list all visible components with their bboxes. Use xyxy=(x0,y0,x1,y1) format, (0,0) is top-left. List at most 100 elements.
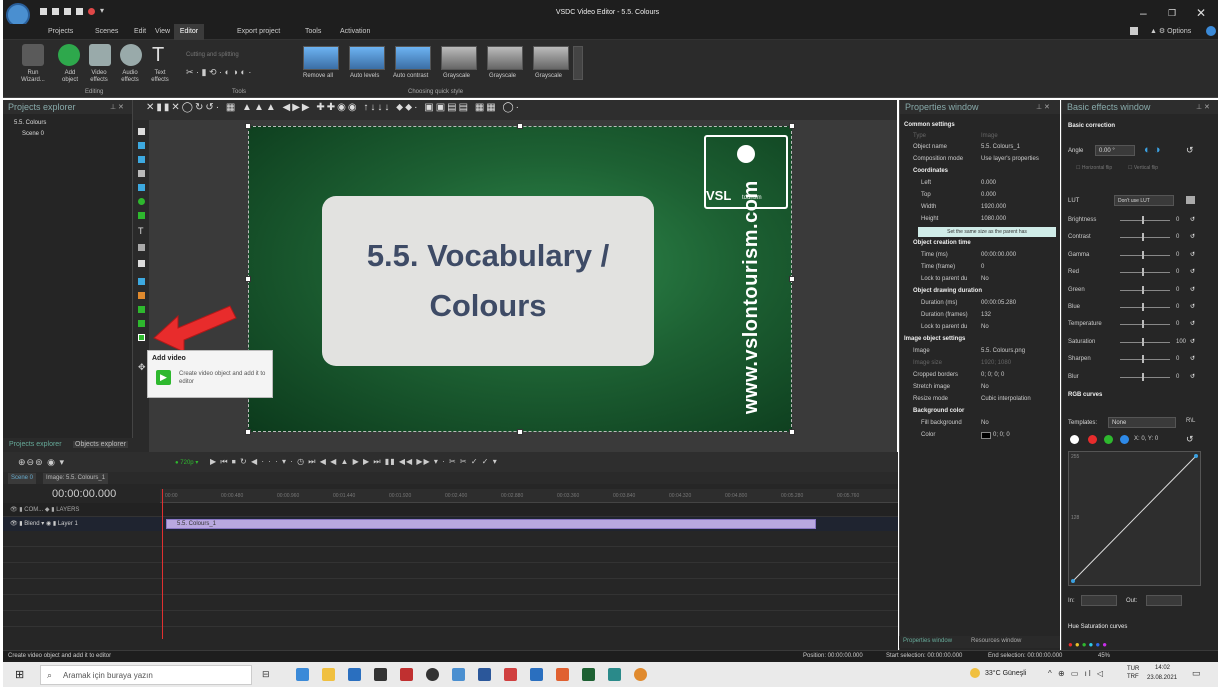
resize-handle-bl[interactable] xyxy=(245,429,251,435)
resize-handle-r[interactable] xyxy=(789,276,795,282)
color-swatch[interactable] xyxy=(981,432,991,439)
weather-text[interactable]: 33°C Güneşli xyxy=(985,670,1026,677)
rectangle-tool-icon[interactable] xyxy=(138,184,145,191)
slider-row-red[interactable]: Red 0 ↺ xyxy=(1068,266,1208,278)
shape-tool-icon[interactable] xyxy=(138,156,145,163)
reset-icon[interactable]: ↺ xyxy=(1190,266,1195,278)
timeline-clip[interactable]: 5.5. Colours_1 xyxy=(166,519,816,529)
slider-track[interactable] xyxy=(1120,376,1170,378)
chart-tool-icon[interactable] xyxy=(138,278,145,285)
prop-time-ms[interactable]: Time (ms) 00:00:00.000 xyxy=(899,251,1060,260)
app-icon-2[interactable] xyxy=(504,668,517,681)
reset-icon[interactable]: ↺ xyxy=(1190,284,1195,296)
prop-top[interactable]: Top 0.000 xyxy=(899,191,1060,200)
audio-effects-icon[interactable] xyxy=(120,44,142,66)
slider-row-saturation[interactable]: Saturation 100 ↺ xyxy=(1068,336,1208,348)
slider-track[interactable] xyxy=(1120,359,1170,361)
move-tool-icon[interactable]: ✥ xyxy=(138,362,146,373)
help-icon[interactable] xyxy=(1206,26,1216,36)
subtitle-tool-icon[interactable] xyxy=(138,244,145,251)
edge-browser-icon[interactable] xyxy=(296,668,309,681)
lut-folder-icon[interactable] xyxy=(1186,196,1195,204)
reset-icon[interactable]: ↺ xyxy=(1190,301,1195,313)
prop-width[interactable]: Width 1920.000 xyxy=(899,203,1060,212)
prop-time-frame[interactable]: Time (frame) 0 xyxy=(899,263,1060,272)
effects-pin-close-icon[interactable]: ⊥ ✕ xyxy=(1196,103,1210,111)
add-object-label[interactable]: Add object xyxy=(55,70,85,84)
prop-composition[interactable]: Composition mode Use layer's properties xyxy=(899,155,1060,164)
resize-handle-t[interactable] xyxy=(517,123,523,129)
prop-lock1[interactable]: Lock to parent du No xyxy=(899,275,1060,284)
windows-start-icon[interactable]: ⊞ xyxy=(15,668,24,681)
prop-duration-frames[interactable]: Duration (frames) 132 xyxy=(899,311,1060,320)
add-video-tool-icon[interactable] xyxy=(138,334,145,341)
templates-select[interactable]: None xyxy=(1108,417,1176,428)
audio-effects-label[interactable]: Audio effects xyxy=(115,70,145,84)
restore-icon[interactable]: ❐ xyxy=(1168,8,1176,19)
prop-object-name[interactable]: Object name 5.5. Colours_1 xyxy=(899,143,1060,152)
word-icon[interactable] xyxy=(478,668,491,681)
prop-left[interactable]: Left 0.000 xyxy=(899,179,1060,188)
notification-icon[interactable]: ▭ xyxy=(1192,668,1201,679)
quick-style-auto-contrast[interactable] xyxy=(395,46,431,70)
video-effects-icon[interactable] xyxy=(89,44,111,66)
quick-style-grayscale-2[interactable] xyxy=(487,46,523,70)
slider-knob[interactable] xyxy=(1142,320,1144,329)
sprite-tool-icon[interactable] xyxy=(138,292,145,299)
run-wizard-icon[interactable] xyxy=(22,44,44,66)
slider-knob[interactable] xyxy=(1142,250,1144,259)
angle-input[interactable]: 0.00 ° xyxy=(1095,145,1135,156)
slider-row-temperature[interactable]: Temperature 0 ↺ xyxy=(1068,318,1208,330)
curve-out-input[interactable] xyxy=(1146,595,1182,606)
run-wizard-label[interactable]: Run Wizard... xyxy=(15,70,51,84)
minimize-icon[interactable]: – xyxy=(1140,6,1147,20)
file-explorer-icon[interactable] xyxy=(322,668,335,681)
tree-item-scene[interactable]: Scene 0 xyxy=(22,131,44,137)
prop-fill-bg[interactable]: Fill background No xyxy=(899,419,1060,428)
prop-lock2[interactable]: Lock to parent du No xyxy=(899,323,1060,332)
prop-image[interactable]: Image 5.5. Colours.png xyxy=(899,347,1060,356)
close-icon[interactable]: ✕ xyxy=(1196,6,1206,20)
tab-image-object[interactable]: Image: 5.5. Colours_1 xyxy=(43,473,109,484)
resize-handle-br[interactable] xyxy=(789,429,795,435)
line-tool-icon[interactable] xyxy=(138,142,145,149)
reset-angle-icon[interactable]: ↺ xyxy=(1186,145,1194,156)
audio-tool-icon[interactable] xyxy=(138,320,145,327)
text-effects-label[interactable]: Text effects xyxy=(145,70,175,84)
slider-track[interactable] xyxy=(1120,254,1170,256)
track-composition[interactable] xyxy=(3,503,898,517)
text-effects-icon[interactable]: T xyxy=(152,44,164,67)
slider-knob[interactable] xyxy=(1142,233,1144,242)
slider-track[interactable] xyxy=(1120,272,1170,274)
resize-handle-b[interactable] xyxy=(517,429,523,435)
playhead-cursor[interactable] xyxy=(162,489,163,639)
slider-track[interactable] xyxy=(1120,220,1170,221)
tab-projects-explorer[interactable]: Projects explorer xyxy=(9,441,62,448)
store-icon[interactable] xyxy=(374,668,387,681)
add-object-icon[interactable] xyxy=(58,44,80,66)
vsdc-taskbar-icon[interactable] xyxy=(582,668,595,681)
xbox-icon[interactable] xyxy=(426,668,439,681)
prop-cropped[interactable]: Cropped borders 0; 0; 0; 0 xyxy=(899,371,1060,380)
transport-icons[interactable]: ▶ ⏮ ⏹ ↻ ◀ · · · ▾ · ◷ ⏭ ◀ ◀ ▲ ▶ ▶ ⏭ ▮▮ ◀… xyxy=(210,457,498,467)
slider-knob[interactable] xyxy=(1142,268,1144,277)
horizontal-flip-checkbox[interactable]: ☐ Horizontal flip xyxy=(1076,165,1112,171)
ellipse-tool-icon[interactable] xyxy=(138,198,145,205)
hue-color-dots[interactable]: ●●●●●● xyxy=(1068,640,1109,649)
image-tool-icon[interactable] xyxy=(138,306,145,313)
counter-tool-icon[interactable] xyxy=(138,260,145,267)
prop-duration-ms[interactable]: Duration (ms) 00:00:05.280 xyxy=(899,299,1060,308)
curve-tool-icon[interactable] xyxy=(138,170,145,177)
resize-handle-l[interactable] xyxy=(245,276,251,282)
slider-knob[interactable] xyxy=(1142,285,1144,294)
lut-select[interactable]: Don't use LUT xyxy=(1114,195,1174,206)
slider-track[interactable] xyxy=(1120,341,1170,343)
tab-resources[interactable]: Resources window xyxy=(971,638,1021,644)
same-size-button[interactable]: Set the same size as the parent has xyxy=(918,227,1056,237)
tray-icons[interactable]: ^ ⊕ ▭ ıl ◁ xyxy=(1048,669,1105,678)
menu-activation[interactable]: Activation xyxy=(340,28,370,35)
prop-height[interactable]: Height 1080.000 xyxy=(899,215,1060,224)
slider-knob[interactable] xyxy=(1142,337,1144,346)
menu-export-project[interactable]: Export project xyxy=(237,28,280,35)
rgb-curve-graph[interactable] xyxy=(1068,451,1201,586)
